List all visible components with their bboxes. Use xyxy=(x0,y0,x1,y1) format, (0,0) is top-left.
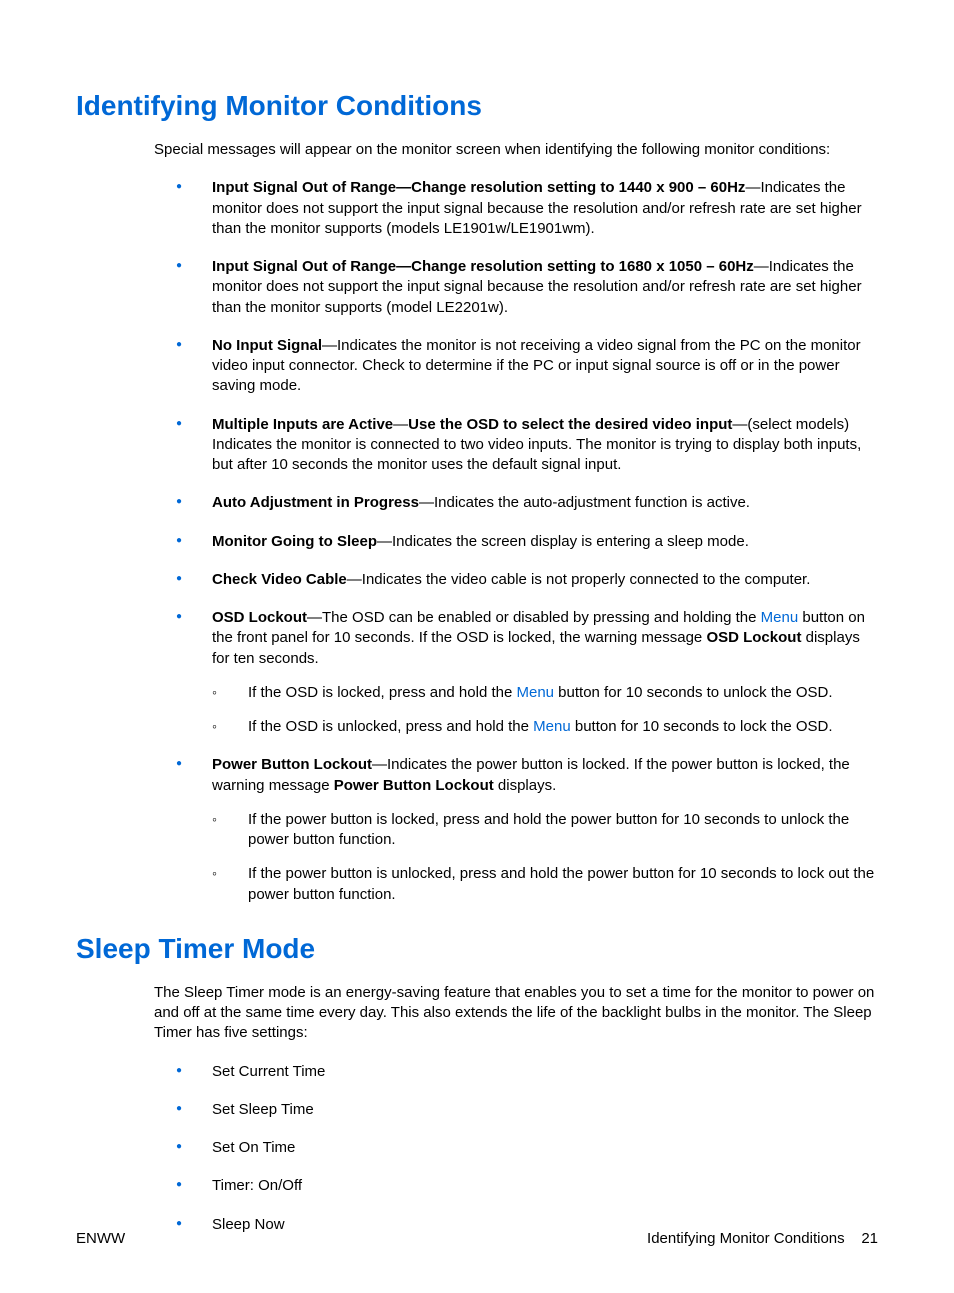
sub-list-item: If the OSD is unlocked, press and hold t… xyxy=(212,717,878,737)
list-item: Auto Adjustment in Progress—Indicates th… xyxy=(176,493,878,513)
item-bold: Input Signal Out of Range—Change resolut… xyxy=(212,258,754,275)
item-bold: Monitor Going to Sleep xyxy=(212,533,377,550)
menu-link[interactable]: Menu xyxy=(761,609,799,626)
list-item: Set Sleep Time xyxy=(176,1100,878,1120)
item-bold: Use the OSD to select the desired video … xyxy=(408,416,732,433)
sub-list-item: If the OSD is locked, press and hold the… xyxy=(212,683,878,703)
page-footer: ENWW Identifying Monitor Conditions 21 xyxy=(76,1230,878,1247)
footer-left: ENWW xyxy=(76,1230,125,1247)
item-bold: Auto Adjustment in Progress xyxy=(212,494,419,511)
section-heading-sleep-timer: Sleep Timer Mode xyxy=(76,933,878,965)
item-dash: — xyxy=(393,416,408,433)
section-heading-identifying: Identifying Monitor Conditions xyxy=(76,90,878,122)
sub-list: If the power button is locked, press and… xyxy=(212,810,878,905)
item-bold: OSD Lockout xyxy=(212,609,307,626)
item-text: —Indicates the video cable is not proper… xyxy=(347,571,811,588)
list-item: OSD Lockout—The OSD can be enabled or di… xyxy=(176,608,878,737)
page-number: 21 xyxy=(861,1230,878,1247)
item-bold: Power Button Lockout xyxy=(212,756,372,773)
sub-list: If the OSD is locked, press and hold the… xyxy=(212,683,878,738)
list-item: Timer: On/Off xyxy=(176,1176,878,1196)
item-text: If the OSD is unlocked, press and hold t… xyxy=(248,718,533,735)
item-text: —Indicates the auto-adjustment function … xyxy=(419,494,750,511)
section2-intro: The Sleep Timer mode is an energy-saving… xyxy=(154,983,878,1044)
section1-intro: Special messages will appear on the moni… xyxy=(154,140,878,160)
footer-section-label: Identifying Monitor Conditions xyxy=(647,1230,845,1247)
sub-list-item: If the power button is locked, press and… xyxy=(212,810,878,851)
item-text: —The OSD can be enabled or disabled by p… xyxy=(307,609,761,626)
item-bold: Check Video Cable xyxy=(212,571,347,588)
list-item: Check Video Cable—Indicates the video ca… xyxy=(176,570,878,590)
item-bold: No Input Signal xyxy=(212,337,322,354)
conditions-list: Input Signal Out of Range—Change resolut… xyxy=(176,178,878,905)
item-bold: Power Button Lockout xyxy=(334,777,494,794)
list-item: Input Signal Out of Range—Change resolut… xyxy=(176,178,878,239)
item-text: —Indicates the screen display is enterin… xyxy=(377,533,749,550)
item-bold: Multiple Inputs are Active xyxy=(212,416,393,433)
list-item: Monitor Going to Sleep—Indicates the scr… xyxy=(176,532,878,552)
list-item: Set On Time xyxy=(176,1138,878,1158)
list-item: Set Current Time xyxy=(176,1062,878,1082)
menu-link[interactable]: Menu xyxy=(533,718,571,735)
item-text: displays. xyxy=(494,777,557,794)
list-item: No Input Signal—Indicates the monitor is… xyxy=(176,336,878,397)
item-text: If the OSD is locked, press and hold the xyxy=(248,684,516,701)
item-text: button for 10 seconds to unlock the OSD. xyxy=(554,684,833,701)
item-text: button for 10 seconds to lock the OSD. xyxy=(571,718,833,735)
list-item: Multiple Inputs are Active—Use the OSD t… xyxy=(176,415,878,476)
item-bold: Input Signal Out of Range—Change resolut… xyxy=(212,179,745,196)
footer-right: Identifying Monitor Conditions 21 xyxy=(647,1230,878,1247)
sub-list-item: If the power button is unlocked, press a… xyxy=(212,864,878,905)
menu-link[interactable]: Menu xyxy=(516,684,554,701)
list-item: Power Button Lockout—Indicates the power… xyxy=(176,755,878,905)
item-bold: OSD Lockout xyxy=(706,629,801,646)
settings-list: Set Current Time Set Sleep Time Set On T… xyxy=(176,1062,878,1235)
list-item: Input Signal Out of Range—Change resolut… xyxy=(176,257,878,318)
